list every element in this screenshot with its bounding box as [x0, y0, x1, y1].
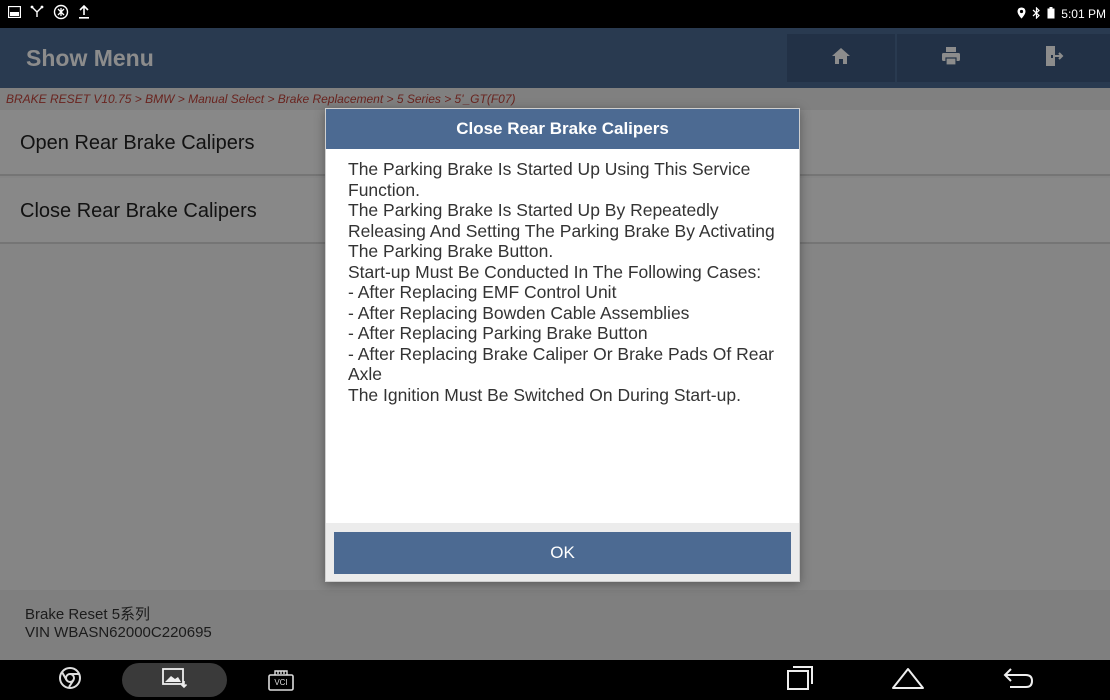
dialog-message: The Parking Brake Is Started Up Using Th…: [348, 159, 775, 405]
browser-button[interactable]: [52, 660, 88, 700]
status-bar-right: 5:01 PM: [1017, 4, 1106, 24]
home-nav-button[interactable]: [886, 660, 930, 700]
vci-icon: VCI: [268, 669, 294, 691]
back-icon: [1002, 666, 1034, 695]
recent-apps-button[interactable]: [780, 660, 820, 700]
bluetooth-icon: [1032, 6, 1041, 22]
recent-apps-icon: [785, 665, 815, 696]
home-nav-icon: [891, 666, 925, 695]
system-nav-bar: VCI: [0, 660, 1110, 700]
battery-icon: [1047, 6, 1055, 22]
vci-connect-icon: [53, 4, 69, 25]
ok-button[interactable]: OK: [334, 532, 791, 574]
gallery-icon: [162, 667, 188, 694]
status-bar-left: [7, 4, 90, 25]
dialog-footer: OK: [326, 523, 799, 581]
screenshot-icon: [7, 5, 22, 23]
vci-label: VCI: [274, 678, 288, 687]
clock: 5:01 PM: [1061, 7, 1106, 21]
dialog-title: Close Rear Brake Calipers: [326, 109, 799, 149]
back-button[interactable]: [998, 660, 1038, 700]
usb-debug-icon: [30, 5, 44, 23]
status-bar: 5:01 PM: [0, 0, 1110, 28]
upload-icon: [78, 4, 90, 24]
location-icon: [1017, 7, 1026, 22]
info-dialog: Close Rear Brake Calipers The Parking Br…: [325, 108, 800, 582]
gallery-icon-wrap: [158, 660, 192, 700]
browser-icon: [58, 666, 82, 695]
vci-button[interactable]: VCI: [266, 660, 296, 700]
